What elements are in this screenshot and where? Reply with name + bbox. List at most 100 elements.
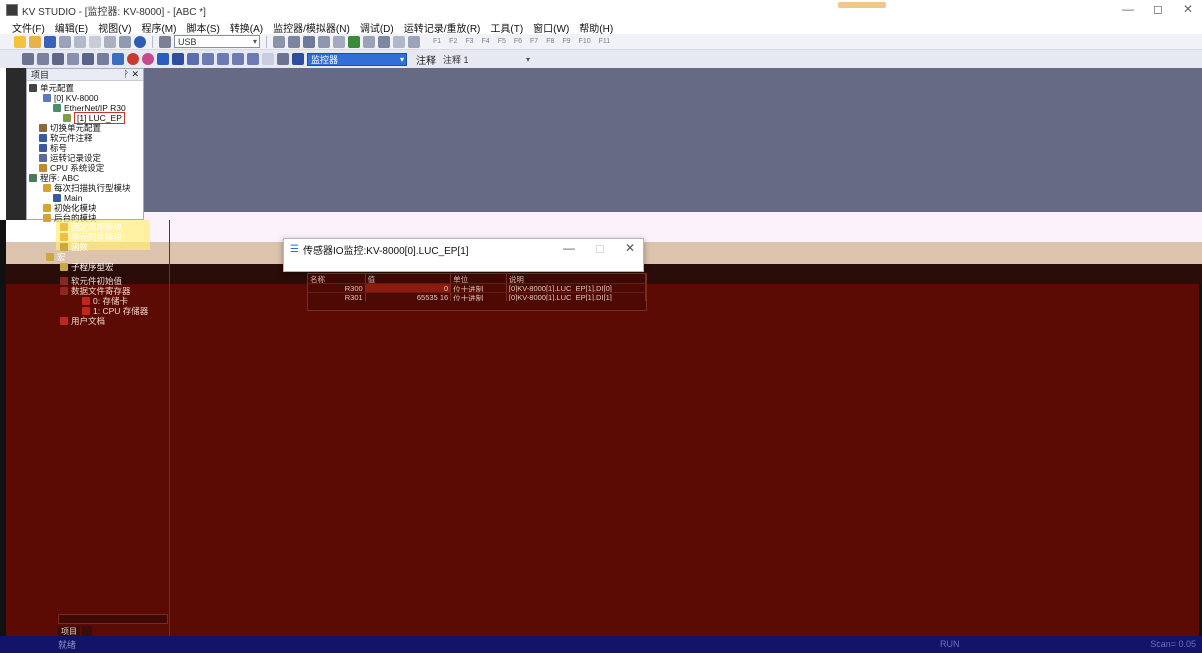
menu-debug[interactable]: 调试(D) — [360, 20, 394, 35]
new-icon[interactable] — [14, 35, 26, 48]
menu-record[interactable]: 运转记录/重放(R) — [404, 20, 481, 35]
fkey-10[interactable]: F10 — [579, 38, 591, 45]
help-icon[interactable] — [134, 35, 146, 48]
cut-icon[interactable] — [59, 35, 71, 48]
close-button[interactable]: ✕ — [1180, 2, 1196, 16]
connection-value: USB — [178, 36, 197, 47]
record-icon[interactable] — [127, 53, 139, 65]
menu-script[interactable]: 脚本(S) — [186, 20, 219, 35]
fkey-1[interactable]: F1 — [433, 38, 441, 45]
app-icon — [6, 4, 18, 16]
function-keys: F1 F2 F3 F4 F5 F6 F7 F8 F9 F10 F11 — [433, 38, 610, 45]
maximize-button[interactable]: ◻ — [1150, 2, 1166, 16]
tree-item-kv8000[interactable]: [0] KV-8000 — [29, 93, 143, 103]
layout-icon[interactable] — [408, 35, 420, 48]
monitor-icon[interactable] — [318, 35, 330, 48]
menu-program[interactable]: 程序(M) — [141, 20, 176, 35]
fkey-7[interactable]: F7 — [530, 38, 538, 45]
monitor-mode-icon — [292, 53, 304, 65]
menu-monitor[interactable]: 监控器/模拟器(N) — [273, 20, 350, 35]
tree-item-user-docs[interactable]: 用户文档 — [60, 316, 148, 326]
stop-icon[interactable] — [172, 53, 184, 65]
stop-record-icon[interactable] — [142, 53, 154, 65]
ladder-icon[interactable] — [52, 53, 64, 65]
cell-unit: 位十进制 — [451, 284, 507, 292]
table-icon[interactable] — [67, 53, 79, 65]
column-header-desc[interactable]: 说明 — [507, 274, 647, 283]
fkey-5[interactable]: F5 — [498, 38, 506, 45]
table-row[interactable]: R300 0 位十进制 [0]KV-8000[1].LUC_EP[1].DI[0… — [308, 283, 647, 292]
play-icon[interactable] — [157, 53, 169, 65]
list-icon[interactable] — [37, 53, 49, 65]
sim-icon[interactable] — [277, 53, 289, 65]
next-icon[interactable] — [232, 53, 244, 65]
paste-icon[interactable] — [89, 35, 101, 48]
tree-item-label: 用户文档 — [71, 316, 106, 326]
first-icon[interactable] — [202, 53, 214, 65]
table-row[interactable]: R301 65535 16 位十进制 [0]KV-8000[1].LUC_EP[… — [308, 292, 647, 301]
tree-item-scan-module[interactable]: 每次扫描执行型模块 — [29, 183, 143, 193]
trace-icon[interactable] — [112, 53, 124, 65]
grid-icon[interactable] — [378, 35, 390, 48]
tree-item-unit-config[interactable]: 单元配置 — [29, 83, 143, 93]
tree-item-label: 子程序型宏 — [71, 262, 114, 272]
block-icon[interactable] — [82, 53, 94, 65]
edit-icon[interactable] — [22, 53, 34, 65]
tab-project[interactable]: 项目 — [58, 626, 80, 636]
save-icon[interactable] — [44, 35, 56, 48]
menu-convert[interactable]: 转换(A) — [230, 20, 263, 35]
last-icon[interactable] — [247, 53, 259, 65]
prev-icon[interactable] — [217, 53, 229, 65]
tree-item-device-comment[interactable]: 软元件注释 — [29, 133, 143, 143]
column-header-unit[interactable]: 单位 — [451, 274, 507, 283]
minimize-button[interactable]: — — [1120, 2, 1136, 16]
dialog-close-button[interactable]: ✕ — [625, 241, 635, 255]
cell-value[interactable]: 0 — [365, 284, 452, 292]
tab-other[interactable] — [82, 626, 92, 636]
fkey-6[interactable]: F6 — [514, 38, 522, 45]
check-icon[interactable] — [348, 35, 360, 48]
menu-help[interactable]: 帮助(H) — [579, 20, 613, 35]
window-controls: — ◻ ✕ — [1120, 2, 1196, 16]
zoom-icon[interactable] — [393, 35, 405, 48]
fkey-3[interactable]: F3 — [465, 38, 473, 45]
preview-icon[interactable] — [119, 35, 131, 48]
fkey-9[interactable]: F9 — [562, 38, 570, 45]
dialog-controls: — ◻ ✕ — [563, 241, 635, 255]
tree-item-subroutine-macro[interactable]: 子程序型宏 — [60, 262, 148, 272]
tree-item-function[interactable]: 函数 — [60, 242, 148, 252]
mode-select[interactable]: 监控器 ▾ — [307, 52, 407, 66]
note-select[interactable]: 注释 1 ▾ — [439, 52, 533, 66]
column-header-value[interactable]: 值 — [366, 274, 452, 283]
print-icon[interactable] — [104, 35, 116, 48]
connection-select[interactable]: USB ▾ — [174, 35, 260, 48]
menu-view[interactable]: 视图(V) — [98, 20, 131, 35]
fkey-2[interactable]: F2 — [449, 38, 457, 45]
dialog-minimize-button[interactable]: — — [563, 241, 575, 255]
search-icon[interactable] — [333, 35, 345, 48]
cell-unit: 位十进制 — [451, 293, 507, 301]
column-header-name[interactable]: 名称 — [308, 274, 366, 283]
compare-icon[interactable] — [363, 35, 375, 48]
fkey-11[interactable]: F11 — [599, 38, 611, 45]
copy-icon[interactable] — [74, 35, 86, 48]
horizontal-scrollbar[interactable] — [58, 614, 168, 624]
menu-edit[interactable]: 编辑(E) — [55, 20, 88, 35]
read-icon[interactable] — [288, 35, 300, 48]
step-icon[interactable] — [262, 53, 274, 65]
verify-icon[interactable] — [303, 35, 315, 48]
transfer-icon[interactable] — [273, 35, 285, 48]
pin-close-icon[interactable]: ᚹ ✕ — [124, 69, 139, 80]
dialog-maximize-button[interactable]: ◻ — [595, 241, 605, 255]
menu-window[interactable]: 窗口(W) — [533, 20, 569, 35]
fkey-8[interactable]: F8 — [546, 38, 554, 45]
open-icon[interactable] — [29, 35, 41, 48]
fkey-4[interactable]: F4 — [482, 38, 490, 45]
left-dock-strip — [6, 68, 26, 220]
menu-tools[interactable]: 工具(T) — [490, 20, 523, 35]
register-icon[interactable] — [97, 53, 109, 65]
cell-value[interactable]: 65535 16 — [366, 293, 452, 301]
menu-file[interactable]: 文件(F) — [12, 20, 45, 35]
mode-value: 监控器 — [311, 54, 339, 65]
pause-icon[interactable] — [187, 53, 199, 65]
